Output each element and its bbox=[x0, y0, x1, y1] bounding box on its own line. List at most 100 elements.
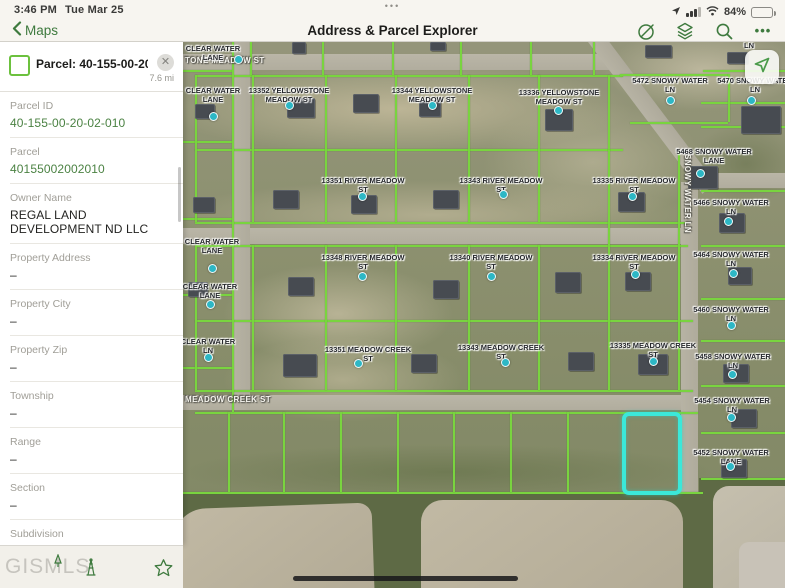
more-button[interactable]: ••• bbox=[753, 21, 773, 41]
nav-bar: Maps Address & Parcel Explorer ••• bbox=[0, 20, 785, 42]
address-point-dot[interactable] bbox=[728, 370, 737, 379]
panel-scrollbar[interactable] bbox=[178, 167, 181, 222]
address-label[interactable]: 5472 SNOWY WATERLN bbox=[632, 77, 708, 94]
field-property-address: Property Address – bbox=[10, 244, 183, 290]
address-parcel-explorer-app: 3:46 PMTue Mar 25 ••• 84% bbox=[0, 0, 785, 588]
address-label[interactable]: 5466 SNOWY WATERLN bbox=[693, 199, 769, 216]
address-label[interactable]: CLEAR WATERLANE bbox=[186, 45, 240, 62]
address-point-dot[interactable] bbox=[724, 217, 733, 226]
house bbox=[411, 354, 437, 373]
field-range: Range – bbox=[10, 428, 183, 474]
house bbox=[555, 272, 581, 293]
parcel-boundary-line bbox=[608, 75, 610, 150]
address-point-dot[interactable] bbox=[631, 270, 640, 279]
close-icon[interactable]: ✕ bbox=[157, 54, 174, 71]
address-label[interactable]: 13348 RIVER MEADOWST bbox=[322, 254, 405, 271]
address-label[interactable]: 5468 SNOWY WATERLANE bbox=[676, 148, 752, 165]
parcel-boundary-line bbox=[567, 412, 569, 492]
logo-glyph-icon bbox=[52, 554, 64, 573]
address-point-dot[interactable] bbox=[554, 106, 563, 115]
chevron-left-icon bbox=[12, 21, 22, 39]
address-label[interactable]: 5464 SNOWY WATERLN bbox=[693, 251, 769, 268]
address-point-dot[interactable] bbox=[354, 359, 363, 368]
parcel-boundary-line bbox=[510, 412, 512, 492]
parcel-id-link[interactable]: 40-155-00-20-02-010 bbox=[10, 116, 175, 130]
house bbox=[433, 280, 459, 299]
address-label[interactable]: 13336 YELLOWSTONEMEADOW ST bbox=[519, 89, 600, 106]
address-point-dot[interactable] bbox=[234, 55, 243, 64]
address-point-dot[interactable] bbox=[209, 112, 218, 121]
address-point-dot[interactable] bbox=[206, 300, 215, 309]
address-point-dot[interactable] bbox=[501, 358, 510, 367]
field-property-zip: Property Zip – bbox=[10, 336, 183, 382]
parcel-boundary-line bbox=[183, 141, 232, 143]
address-label[interactable]: 13340 RIVER MEADOWST bbox=[450, 254, 533, 271]
parcel-boundary-line bbox=[397, 412, 399, 492]
panel-header: Parcel: 40-155-00-20-0... ✕ 7.6 mi bbox=[0, 42, 183, 92]
address-point-dot[interactable] bbox=[358, 272, 367, 281]
favorites-star-button[interactable] bbox=[150, 555, 176, 581]
address-label[interactable]: CLEAR WATERLANE bbox=[185, 238, 239, 255]
address-point-dot[interactable] bbox=[428, 101, 437, 110]
locate-me-button[interactable] bbox=[745, 50, 779, 84]
address-point-dot[interactable] bbox=[487, 272, 496, 281]
address-point-dot[interactable] bbox=[727, 321, 736, 330]
address-label[interactable]: 13343 MEADOW CREEKST bbox=[458, 344, 544, 361]
address-point-dot[interactable] bbox=[696, 169, 705, 178]
address-point-dot[interactable] bbox=[499, 190, 508, 199]
house bbox=[433, 190, 459, 209]
back-button[interactable]: Maps bbox=[12, 21, 58, 39]
plowed-field bbox=[739, 542, 785, 588]
parcel-boundary-line bbox=[593, 42, 595, 75]
parcel-boundary-line bbox=[195, 75, 623, 77]
address-point-dot[interactable] bbox=[204, 353, 213, 362]
tower-locate-button[interactable] bbox=[78, 555, 104, 581]
address-point-dot[interactable] bbox=[358, 192, 367, 201]
house bbox=[273, 190, 299, 209]
field-parcel: Parcel 40155002002010 bbox=[10, 138, 183, 184]
address-label[interactable]: CLEAR WATERLANE bbox=[186, 87, 240, 104]
distance-readout: 7.6 mi bbox=[149, 73, 174, 83]
address-label[interactable]: 5458 SNOWY WATERLN bbox=[695, 353, 771, 370]
parcel-boundary-line bbox=[538, 245, 540, 390]
address-point-dot[interactable] bbox=[208, 264, 217, 273]
back-label: Maps bbox=[25, 23, 58, 38]
parcel-boundary-line bbox=[701, 385, 785, 387]
cellular-signal-icon bbox=[686, 7, 701, 17]
house bbox=[430, 42, 446, 51]
address-point-dot[interactable] bbox=[729, 269, 738, 278]
search-button[interactable] bbox=[714, 21, 734, 41]
highlighted-parcel-outline[interactable] bbox=[622, 412, 682, 495]
address-point-dot[interactable] bbox=[649, 357, 658, 366]
layers-button[interactable] bbox=[675, 21, 695, 41]
road-river-meadow-st bbox=[183, 228, 685, 244]
draw-measure-button[interactable] bbox=[636, 21, 656, 41]
home-indicator[interactable] bbox=[293, 576, 518, 581]
page-title: Address & Parcel Explorer bbox=[307, 23, 477, 38]
address-label[interactable]: 13351 MEADOW CREEKST bbox=[325, 346, 411, 363]
field-township: Township – bbox=[10, 382, 183, 428]
house bbox=[568, 352, 594, 371]
house bbox=[292, 42, 306, 54]
address-point-dot[interactable] bbox=[628, 192, 637, 201]
address-label[interactable]: CLEAR WATERLANE bbox=[183, 283, 237, 300]
address-point-dot[interactable] bbox=[726, 462, 735, 471]
parcel-boundary-line bbox=[183, 70, 232, 72]
address-point-dot[interactable] bbox=[727, 413, 736, 422]
parcel-boundary-line bbox=[195, 390, 693, 392]
address-label[interactable]: 5454 SNOWY WATERLN bbox=[694, 397, 770, 414]
map-canvas[interactable]: TONE MEADOW STMEADOW CREEK STSNOWY WATER… bbox=[183, 42, 785, 588]
parcel-boundary-line bbox=[183, 218, 232, 220]
address-point-dot[interactable] bbox=[285, 101, 294, 110]
top-bar: 3:46 PMTue Mar 25 ••• 84% bbox=[0, 0, 785, 42]
status-date: Tue Mar 25 bbox=[65, 4, 124, 16]
parcel-number-link[interactable]: 40155002002010 bbox=[10, 162, 175, 176]
street-name-label: SNOWY WATER LN bbox=[683, 154, 692, 233]
address-point-dot[interactable] bbox=[666, 96, 675, 105]
parcel-boundary-line bbox=[701, 298, 785, 300]
address-label[interactable]: 13334 RIVER MEADOWST bbox=[593, 254, 676, 271]
parcel-boundary-line bbox=[283, 412, 285, 492]
plowed-field bbox=[421, 500, 683, 588]
address-point-dot[interactable] bbox=[747, 96, 756, 105]
multitask-dots: ••• bbox=[385, 1, 400, 11]
